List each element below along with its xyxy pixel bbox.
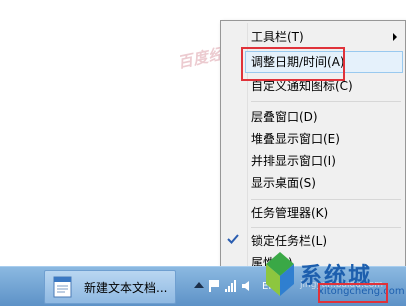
menu-item-side-by-side-windows[interactable]: 并排显示窗口(I) <box>251 151 336 171</box>
notepad-icon <box>53 276 72 298</box>
menu-item-cascade-windows[interactable]: 层叠窗口(D) <box>251 107 318 127</box>
menu-item-show-desktop[interactable]: 显示桌面(S) <box>251 173 316 193</box>
menu-item-stack-windows[interactable]: 堆叠显示窗口(E) <box>251 129 340 149</box>
annotation-clock-box <box>318 283 388 303</box>
show-hidden-icons-icon[interactable] <box>194 282 204 288</box>
checkmark-icon <box>227 234 239 244</box>
menu-separator <box>251 199 401 200</box>
network-signal-icon[interactable] <box>224 279 238 293</box>
menu-separator <box>251 227 401 228</box>
menu-separator <box>251 101 401 102</box>
menu-item-toolbars[interactable]: 工具栏(T) <box>251 27 304 47</box>
menu-item-task-manager[interactable]: 任务管理器(K) <box>251 203 328 223</box>
submenu-arrow-icon <box>393 33 397 41</box>
annotation-highlight-box <box>241 47 345 81</box>
volume-icon[interactable] <box>240 279 254 293</box>
flag-icon[interactable] <box>208 279 220 293</box>
taskbar-button-label: 新建文本文档... <box>84 281 168 295</box>
